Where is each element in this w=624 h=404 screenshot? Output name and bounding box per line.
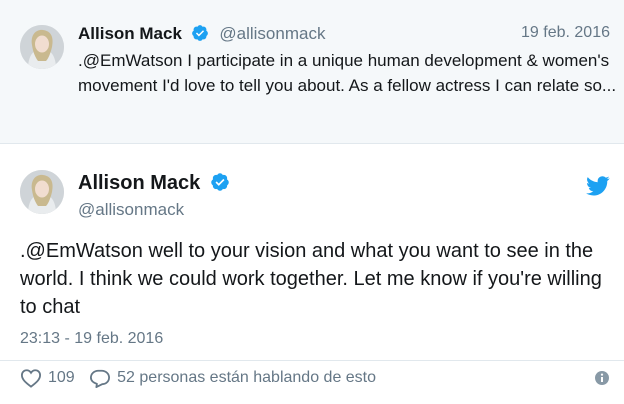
verified-badge-icon <box>191 24 209 47</box>
reply-bubble-icon <box>90 369 111 388</box>
author-name[interactable]: Allison Mack <box>78 24 182 43</box>
quoted-tweet-header: Allison Mack @allisonmack <box>78 24 325 47</box>
author-handle[interactable]: @allisonmack <box>219 24 325 43</box>
quoted-tweet[interactable]: Allison Mack @allisonmack 19 feb. 2016 .… <box>0 0 624 144</box>
verified-badge-icon <box>210 172 230 198</box>
avatar[interactable] <box>20 25 64 69</box>
tweet-actions: 109 52 personas están hablando de esto <box>20 368 386 390</box>
info-icon[interactable] <box>594 370 610 391</box>
author-name[interactable]: Allison Mack <box>78 172 200 194</box>
like-button[interactable]: 109 <box>20 368 75 388</box>
tweet-text: .@EmWatson I participate in a unique hum… <box>78 51 617 95</box>
avatar-image <box>20 25 64 69</box>
heart-icon <box>20 369 42 388</box>
reply-button[interactable]: 52 personas están hablando de esto <box>89 368 376 388</box>
talking-count: 52 personas están hablando de esto <box>117 369 377 386</box>
avatar-image <box>20 170 64 214</box>
main-tweet-author: Allison Mack <box>78 172 230 198</box>
twitter-bird-icon[interactable] <box>586 176 610 201</box>
avatar[interactable] <box>20 170 64 214</box>
tweet-date[interactable]: 19 feb. 2016 <box>521 24 610 42</box>
author-handle[interactable]: @allisonmack <box>78 200 184 220</box>
divider <box>0 360 624 361</box>
tweet-text: .@EmWatson well to your vision and what … <box>20 240 602 318</box>
tweet-timestamp[interactable]: 23:13 - 19 feb. 2016 <box>20 330 163 348</box>
like-count: 109 <box>48 369 75 386</box>
